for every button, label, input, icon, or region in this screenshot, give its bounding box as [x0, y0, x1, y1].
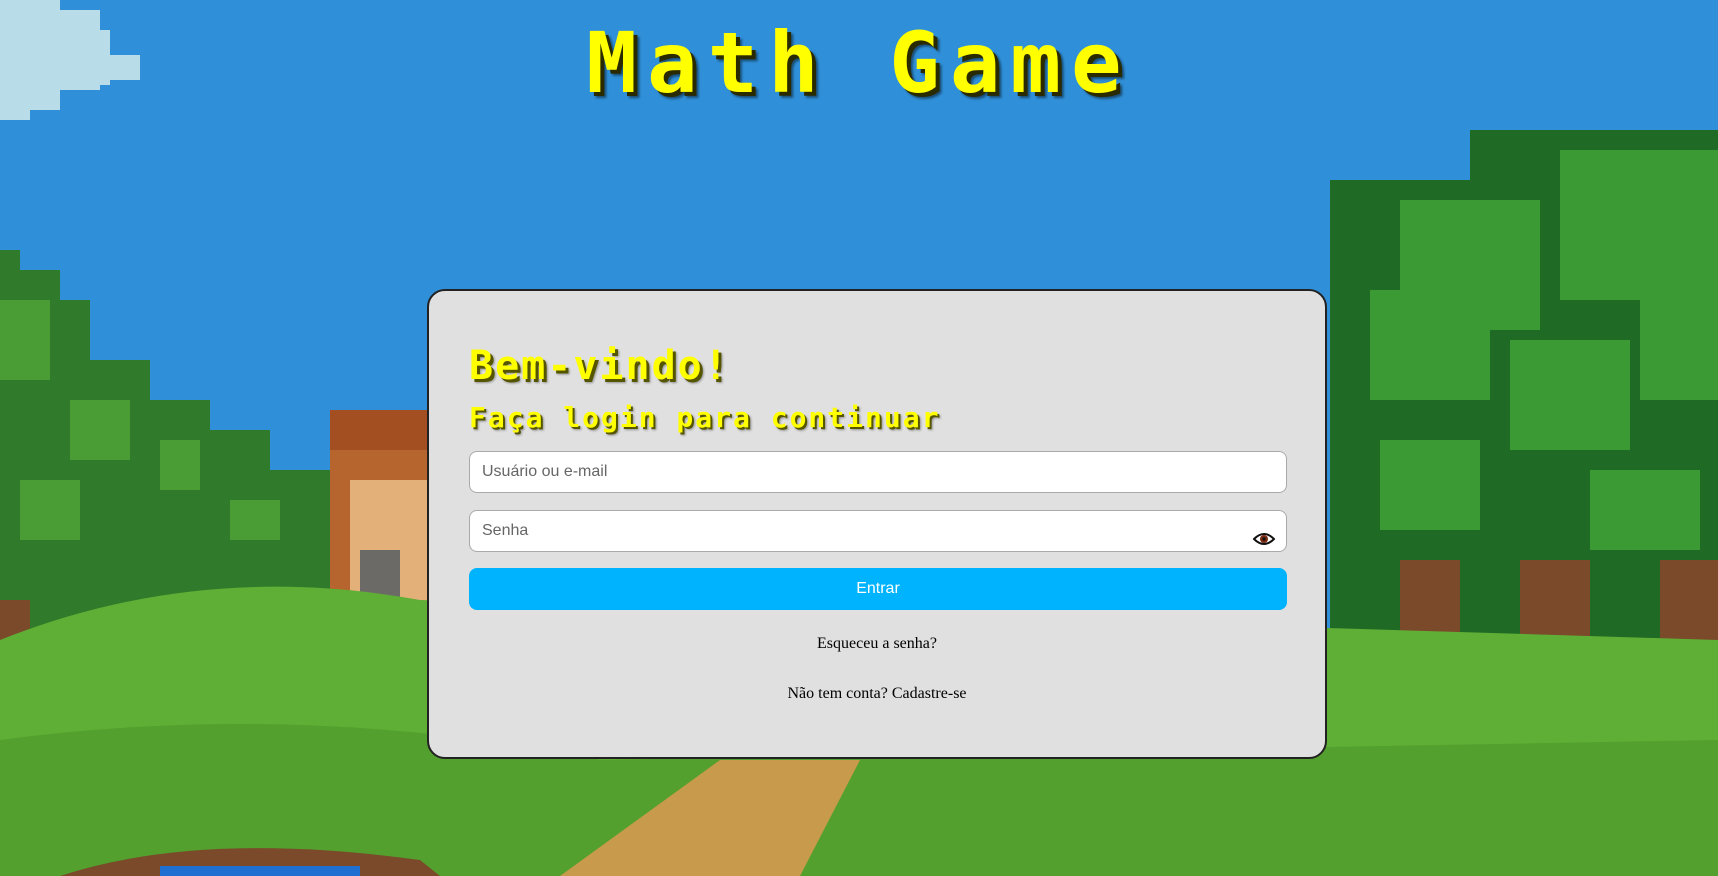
welcome-heading: Bem-vindo!	[469, 343, 730, 389]
login-card: Bem-vindo! Faça login para continuar Ent…	[427, 289, 1327, 759]
forgot-password-link[interactable]: Esqueceu a senha?	[429, 635, 1325, 653]
password-input[interactable]	[469, 510, 1287, 552]
eye-icon[interactable]	[1253, 531, 1275, 547]
app-title: Math Game	[586, 14, 1132, 112]
register-link[interactable]: Não tem conta? Cadastre-se	[429, 685, 1325, 703]
login-button[interactable]: Entrar	[469, 568, 1287, 610]
username-input[interactable]	[469, 451, 1287, 493]
login-subtitle: Faça login para continuar	[469, 401, 941, 434]
background-scene: Math Game Bem-vindo! Faça login para con…	[0, 0, 1718, 876]
